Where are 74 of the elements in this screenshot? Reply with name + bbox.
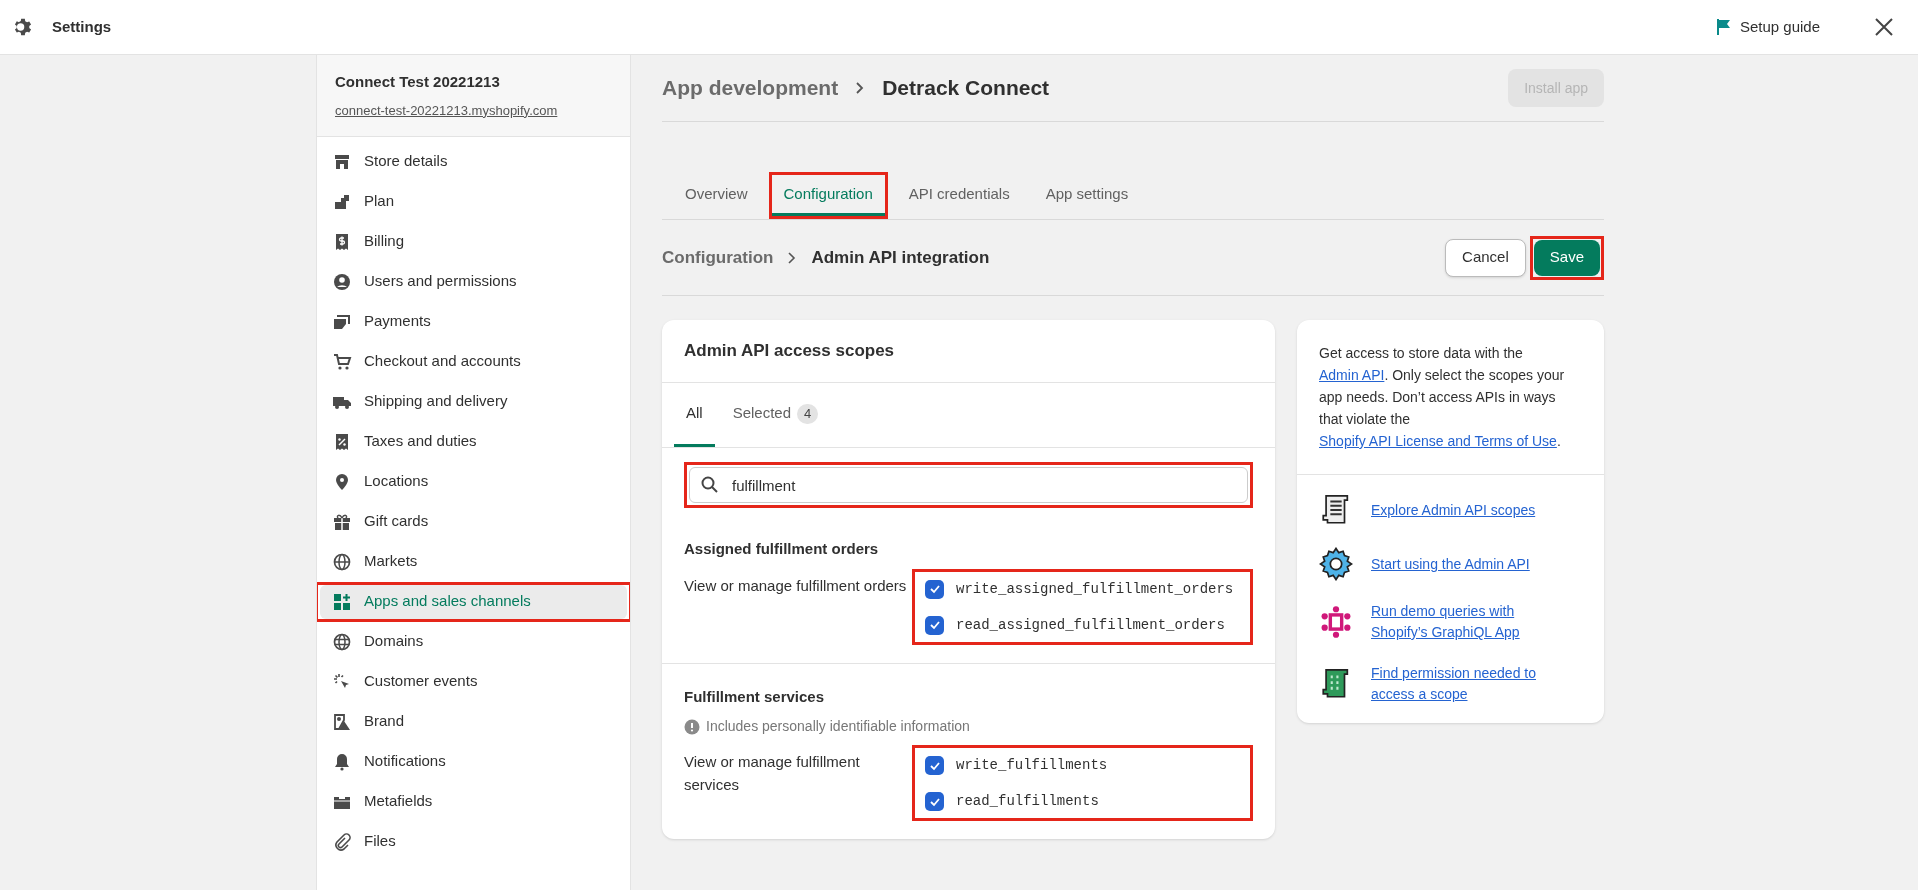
bell-icon [332, 751, 352, 772]
breadcrumb-link[interactable]: Configuration [662, 244, 774, 271]
sidebar-item[interactable]: Store details [320, 144, 627, 179]
sidebar-item[interactable]: Metafields [320, 784, 627, 819]
node-graph-icon [1319, 605, 1353, 639]
sidebar-item[interactable]: Gift cards [320, 504, 627, 539]
resource-link[interactable]: Find permission needed to access a scope [1371, 663, 1571, 705]
sidebar-item[interactable]: Markets [320, 544, 627, 579]
resource-link[interactable]: Explore Admin API scopes [1371, 499, 1571, 521]
sidebar-item[interactable]: Plan [320, 184, 627, 219]
checkbox[interactable] [925, 615, 944, 635]
inline-link[interactable]: Admin API [1319, 367, 1385, 383]
pii-note: Includes personally identifiable information [706, 717, 970, 736]
breadcrumb-link[interactable]: App development [662, 72, 839, 104]
sidebar-item[interactable]: Brand [320, 704, 627, 739]
cancel-button[interactable]: Cancel [1445, 238, 1526, 277]
inline-link[interactable]: Shopify API License and Terms of Use [1319, 433, 1557, 449]
scope-description: View or manage fulfillment orders [684, 575, 908, 596]
resource-link[interactable]: Run demo queries with Shopify’s GraphiQL App [1371, 601, 1571, 643]
search-icon [701, 476, 719, 494]
group-title: Fulfillment services [684, 686, 826, 707]
sidebar-item[interactable]: Customer events [320, 664, 627, 699]
checkbox[interactable] [925, 579, 944, 599]
tab[interactable]: Overview [673, 175, 760, 216]
sidebar-item[interactable]: Billing [320, 224, 627, 259]
globe-icon [332, 631, 352, 652]
sidebar-item[interactable]: Taxes and duties [320, 424, 627, 459]
setup-guide-button[interactable]: Setup guide [1715, 15, 1820, 39]
store-url-link[interactable]: connect-test-20221213.myshopify.com [335, 102, 558, 118]
page-title: Settings [52, 16, 112, 37]
sidebar-item[interactable]: Notifications [320, 744, 627, 779]
tab[interactable]: Configuration [771, 175, 885, 216]
paperclip-icon [332, 831, 352, 852]
image-icon [332, 711, 352, 732]
grid-plus-icon [332, 591, 352, 612]
cart-icon [332, 351, 352, 372]
save-button[interactable]: Save [1533, 239, 1600, 276]
chevron-right-icon [787, 251, 798, 264]
checkmark-icon [928, 619, 941, 631]
card-title: Admin API access scopes [684, 340, 895, 363]
resource-link[interactable]: Start using the Admin API [1371, 553, 1571, 575]
person-circle-icon [332, 271, 352, 292]
tab[interactable]: Selected 4 [720, 383, 831, 447]
tab[interactable]: API credentials [896, 175, 1022, 216]
sidebar-item[interactable]: Locations [320, 464, 627, 499]
group-title: Assigned fulfillment orders [684, 539, 880, 559]
scope-name: write_fulfillments [956, 756, 1108, 775]
app-title: Detrack Connect [882, 75, 1050, 102]
sidebar-item[interactable]: Domains [320, 624, 627, 659]
scope-description: View or manage fulfillment services [684, 752, 861, 795]
store-name: Connect Test 20221213 [335, 72, 501, 92]
checkbox[interactable] [925, 792, 944, 811]
tab[interactable]: All [674, 383, 715, 447]
globe-icon [332, 551, 352, 572]
sidebar-item[interactable]: Files [320, 824, 627, 859]
sidebar-item[interactable]: Payments [320, 304, 627, 339]
search-field[interactable]: fulfillment [689, 467, 1248, 503]
checkbox[interactable] [925, 756, 944, 775]
sidebar-item[interactable]: Checkout and accounts [320, 344, 627, 379]
tab[interactable]: App settings [1033, 175, 1141, 216]
section-title: Admin API integration [811, 246, 990, 269]
alert-icon [684, 718, 700, 735]
scope-name: write_assigned_fulfillment_orders [956, 579, 1234, 599]
settings-icon [12, 16, 34, 38]
flag-icon [1715, 18, 1732, 36]
scope-name: read_fulfillments [956, 792, 1099, 811]
help-text: Get access to store data with the Admin API. Only select the scopes your app needs. Don’t access APIs in ways that violate the Shopify API License and Terms of Use. [1319, 344, 1566, 451]
sidebar-item[interactable]: Shipping and delivery [320, 384, 627, 419]
scope-name: read_assigned_fulfillment_orders [956, 615, 1225, 635]
sidebar-item[interactable]: Apps and sales channels [320, 584, 627, 619]
sidebar-item[interactable]: Users and permissions [320, 264, 627, 299]
gear-icon [1319, 547, 1353, 581]
checkmark-icon [928, 583, 941, 595]
count-badge: 4 [797, 403, 819, 424]
